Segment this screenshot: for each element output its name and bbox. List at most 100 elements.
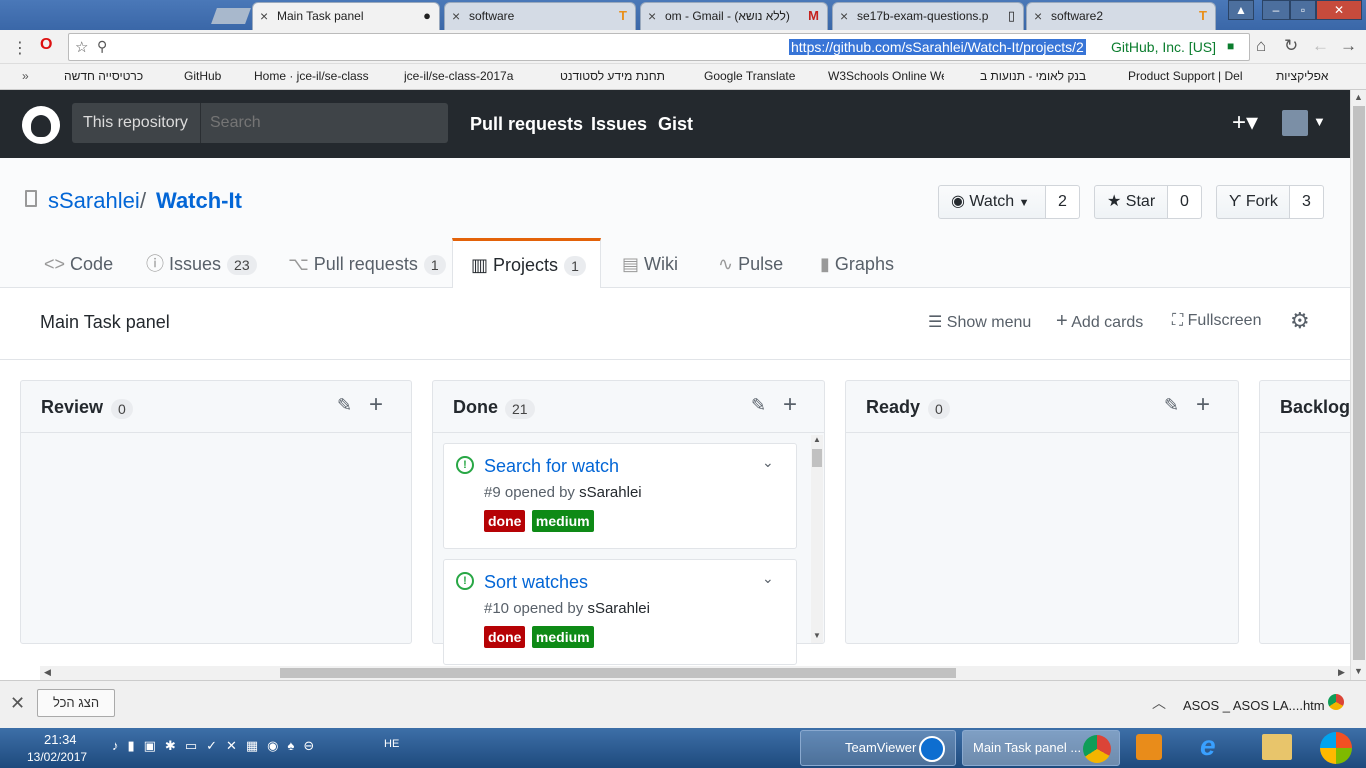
bookmark-item[interactable]: W3Schools Online We xyxy=(828,69,944,83)
board-horizontal-scrollbar[interactable]: ◀ ▶ xyxy=(40,666,1350,680)
bookmarks-overflow-icon[interactable]: » xyxy=(22,69,29,83)
tab-issues[interactable]: ⓘ Issues 23 xyxy=(146,238,257,288)
label-medium[interactable]: medium xyxy=(531,510,594,532)
issue-card[interactable]: ! Sort watches ⌄ #10 opened by sSarahlei… xyxy=(443,559,797,665)
plus-icon[interactable]: + xyxy=(1196,391,1210,419)
url-text[interactable]: https://github.com/sSarahlei/Watch-It/pr… xyxy=(789,39,1086,55)
minimize-icon[interactable]: – xyxy=(1262,0,1290,20)
repo-name-link[interactable]: Watch-It xyxy=(156,188,242,214)
browser-tab-gmail[interactable]: × om - Gmail - (ללא נושא) M xyxy=(640,2,828,30)
chevron-down-icon[interactable]: ⌄ xyxy=(762,454,774,471)
chevron-up-icon[interactable]: ︿ xyxy=(1152,693,1166,713)
tab-graphs[interactable]: ▮ Graphs xyxy=(820,238,894,288)
menu-dots-icon[interactable]: ⋮ xyxy=(12,38,28,58)
close-window-icon[interactable]: ✕ xyxy=(1316,0,1362,20)
close-tab-icon[interactable]: × xyxy=(648,8,656,24)
internet-explorer-icon[interactable]: e xyxy=(1200,730,1216,762)
bookmark-item[interactable]: Product Support | Del xyxy=(1128,69,1242,83)
browser-tab-main-task-panel[interactable]: × Main Task panel ● xyxy=(252,2,440,30)
watch-button[interactable]: ◉ Watch ▼ xyxy=(938,185,1046,219)
omnibox[interactable]: ☆ ⚲ https://github.com/sSarahlei/Watch-I… xyxy=(68,33,1250,61)
close-tab-icon[interactable]: × xyxy=(1034,8,1042,24)
scroll-up-icon[interactable]: ▲ xyxy=(813,435,821,444)
search-input[interactable] xyxy=(200,103,448,143)
label-medium[interactable]: medium xyxy=(531,626,594,648)
column-scrollbar[interactable]: ▲ ▼ xyxy=(811,435,823,643)
bookmark-item[interactable]: תחנת מידע לסטודנט xyxy=(560,69,665,83)
bookmark-item[interactable]: בנק לאומי - תנועות ב xyxy=(980,69,1086,83)
bookmark-star-icon[interactable]: ☆ xyxy=(75,38,88,56)
file-explorer-icon[interactable] xyxy=(1262,734,1292,760)
chevron-down-icon[interactable]: ▼ xyxy=(1313,114,1326,129)
reload-icon[interactable]: ↻ xyxy=(1284,36,1298,56)
star-button[interactable]: ★ Star xyxy=(1094,185,1168,219)
language-indicator[interactable]: HE xyxy=(384,738,399,750)
browser-tab-software[interactable]: × software T xyxy=(444,2,636,30)
scroll-thumb[interactable] xyxy=(280,668,956,678)
pencil-icon[interactable]: ✎ xyxy=(1164,395,1179,416)
browser-tab-exam-questions[interactable]: × se17b-exam-questions.p ▯ xyxy=(832,2,1024,30)
github-logo-icon[interactable] xyxy=(22,106,60,144)
bookmark-item[interactable]: GitHub xyxy=(184,69,221,83)
nav-issues[interactable]: Issues xyxy=(591,114,647,135)
pencil-icon[interactable]: ✎ xyxy=(337,395,352,416)
plus-icon[interactable]: + xyxy=(369,391,383,419)
windows-start-icon[interactable] xyxy=(1320,732,1352,764)
watch-count[interactable]: 2 xyxy=(1046,185,1080,219)
show-all-button[interactable]: הצג הכל xyxy=(37,689,115,717)
taskbar-main-task-panel[interactable]: Main Task panel ... xyxy=(962,730,1120,766)
home-icon[interactable]: ⌂ xyxy=(1256,36,1266,56)
card-author[interactable]: sSarahlei xyxy=(579,484,642,501)
tab-projects[interactable]: ▥ Projects 1 xyxy=(452,238,601,288)
create-new-icon[interactable]: +▾ xyxy=(1232,108,1258,137)
fullscreen-button[interactable]: ⛶ Fullscreen xyxy=(1172,312,1261,330)
opera-icon[interactable]: O xyxy=(40,36,52,54)
show-menu-button[interactable]: ☰ Show menu xyxy=(928,312,1031,332)
close-tab-icon[interactable]: × xyxy=(452,8,460,24)
card-author[interactable]: sSarahlei xyxy=(587,600,650,617)
media-player-icon[interactable] xyxy=(1136,734,1162,760)
bookmark-item[interactable]: jce-il/se-class-2017a xyxy=(404,69,516,83)
close-tab-icon[interactable]: × xyxy=(260,8,268,24)
back-icon[interactable]: → xyxy=(1340,36,1357,56)
tab-pulse[interactable]: ∿ Pulse xyxy=(718,238,783,288)
maximize-icon[interactable]: ▫ xyxy=(1290,0,1316,20)
pencil-icon[interactable]: ✎ xyxy=(751,395,766,416)
tab-pull-requests[interactable]: ⌥ Pull requests 1 xyxy=(288,238,446,288)
scroll-left-icon[interactable]: ◀ xyxy=(44,667,51,678)
scroll-thumb[interactable] xyxy=(812,449,822,467)
download-file-name[interactable]: ASOS _ ASOS LA....htm xyxy=(1183,698,1325,713)
tab-code[interactable]: <> Code xyxy=(44,238,113,288)
new-tab-stub[interactable] xyxy=(211,8,251,24)
forward-icon[interactable]: ← xyxy=(1312,36,1329,56)
scroll-up-icon[interactable]: ▲ xyxy=(1354,92,1363,102)
bookmark-item[interactable]: אפליקציות xyxy=(1276,69,1328,83)
fork-count[interactable]: 3 xyxy=(1290,185,1324,219)
gear-icon[interactable]: ⚙ xyxy=(1290,308,1310,334)
taskbar-teamviewer[interactable]: TeamViewer xyxy=(800,730,956,766)
avatar[interactable] xyxy=(1282,110,1308,136)
bookmark-item[interactable]: Home · jce-il/se-class xyxy=(254,69,370,83)
nav-gist[interactable]: Gist xyxy=(658,114,693,135)
scroll-down-icon[interactable]: ▼ xyxy=(1354,666,1363,676)
browser-tab-software2[interactable]: × software2 T xyxy=(1026,2,1216,30)
label-done[interactable]: done xyxy=(484,510,526,532)
nav-pull-requests[interactable]: Pull requests xyxy=(470,114,583,135)
scroll-thumb[interactable] xyxy=(1353,106,1365,660)
label-done[interactable]: done xyxy=(484,626,526,648)
close-icon[interactable]: ✕ xyxy=(10,693,25,714)
user-icon[interactable]: ▲ xyxy=(1228,0,1254,20)
scroll-down-icon[interactable]: ▼ xyxy=(813,631,821,640)
add-cards-button[interactable]: + Add cards xyxy=(1056,310,1143,333)
repo-owner-link[interactable]: sSarahlei xyxy=(48,188,140,214)
tab-wiki[interactable]: ▤ Wiki xyxy=(622,238,678,288)
card-title[interactable]: Search for watch xyxy=(484,456,619,477)
close-tab-icon[interactable]: × xyxy=(840,8,848,24)
bookmark-item[interactable]: כרטיסייה חדשה xyxy=(64,69,143,83)
scroll-right-icon[interactable]: ▶ xyxy=(1338,667,1345,678)
fork-button[interactable]: Ƴ Fork xyxy=(1216,185,1290,219)
card-title[interactable]: Sort watches xyxy=(484,572,588,593)
plus-icon[interactable]: + xyxy=(783,391,797,419)
page-vertical-scrollbar[interactable]: ▲ ▼ xyxy=(1350,90,1366,680)
chevron-down-icon[interactable]: ⌄ xyxy=(762,570,774,587)
